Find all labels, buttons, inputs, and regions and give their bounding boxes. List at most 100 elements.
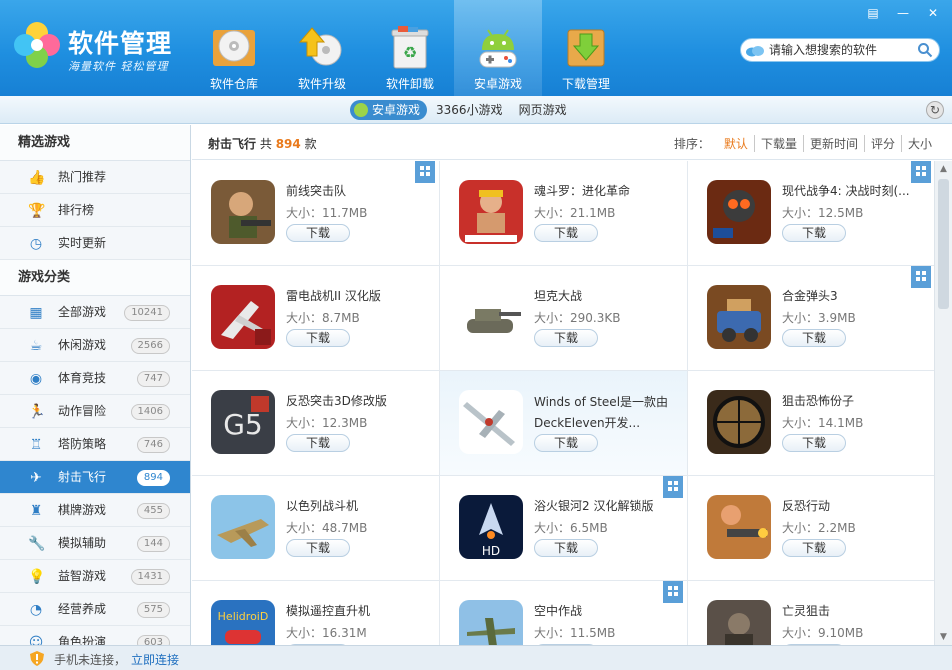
sniper-scope-icon[interactable] (707, 390, 771, 454)
sidebar-item-label: 模拟辅助 (58, 536, 107, 550)
download-button[interactable]: 下载 (286, 329, 350, 347)
sidebar-item-rpg[interactable]: ☺ 角色扮演 603 (0, 626, 190, 645)
app-name[interactable]: 模拟遥控直升机 (286, 602, 434, 619)
app-card[interactable]: 坦克大战 大小：290.3KB 下载 (440, 266, 688, 371)
sidebar-item-management[interactable]: ◔ 经营养成 575 (0, 593, 190, 626)
download-button[interactable]: 下载 (286, 539, 350, 557)
sidebar-item-hot[interactable]: 👍 热门推荐 (0, 161, 190, 194)
sidebar-item-casual[interactable]: ☕ 休闲游戏 2566 (0, 329, 190, 362)
download-button[interactable]: 下载 (534, 329, 598, 347)
app-size: 大小：48.7MB (286, 521, 368, 535)
tab-web-games[interactable]: 网页游戏 (512, 100, 574, 120)
grid-corner-icon (911, 161, 931, 183)
app-card[interactable]: 反恐行动 大小：2.2MB 下载 (688, 476, 934, 581)
app-card[interactable]: 空中作战大小：11.5MB下载 (440, 581, 688, 645)
app-card[interactable]: 狙击恐怖份子 大小：14.1MB 下载 (688, 371, 934, 476)
app-size: 大小：14.1MB (782, 416, 864, 430)
app-name[interactable]: 浴火银河2 汉化解锁版 (534, 497, 682, 514)
close-icon[interactable]: ✕ (920, 4, 946, 22)
front-commando-icon[interactable] (211, 180, 275, 244)
download-button[interactable]: 下载 (782, 329, 846, 347)
nav-download-manager[interactable]: 下载管理 (542, 0, 630, 96)
sort-downloads[interactable]: 下载量 (753, 135, 803, 152)
app-name[interactable]: 反恐突击3D修改版 (286, 392, 434, 409)
jet-fighter-icon[interactable] (211, 285, 275, 349)
app-name[interactable]: 亡灵狙击 (782, 602, 930, 619)
download-button[interactable]: 下载 (534, 224, 598, 242)
app-name[interactable]: 前线突击队 (286, 182, 434, 199)
app-name[interactable]: 坦克大战 (534, 287, 682, 304)
category-title: 射击飞行 共 894 款 (208, 135, 317, 152)
helidroid-icon[interactable]: HelidroiD3D (211, 600, 275, 645)
app-card[interactable]: 亡灵狙击大小：9.10MB下载 (688, 581, 934, 645)
fighter-jet-icon[interactable] (211, 495, 275, 559)
sidebar-item-sports[interactable]: ◉ 体育竞技 747 (0, 362, 190, 395)
sidebar-item-action[interactable]: 🏃 动作冒险 1406 (0, 395, 190, 428)
app-card[interactable]: 现代战争4: 决战时刻(... 大小：12.5MB 下载 (688, 161, 934, 266)
download-button[interactable]: 下载 (782, 224, 846, 242)
sort-size[interactable]: 大小 (900, 135, 938, 152)
sidebar-item-ranking[interactable]: 🏆 排行榜 (0, 194, 190, 227)
menu-icon[interactable]: ▤ (860, 4, 886, 22)
scroll-thumb[interactable] (938, 179, 949, 309)
app-card[interactable]: 以色列战斗机 大小：48.7MB 下载 (192, 476, 440, 581)
app-name[interactable]: 现代战争4: 决战时刻(... (782, 182, 930, 199)
nav-software-upgrade[interactable]: 软件升级 (278, 0, 366, 96)
app-card[interactable]: HelidroiD3D模拟遥控直升机大小：16.31M下载 (192, 581, 440, 645)
sidebar-item-updates[interactable]: ◷ 实时更新 (0, 227, 190, 260)
tank-icon[interactable] (459, 285, 523, 349)
gs-logo-icon[interactable]: G5 (211, 390, 275, 454)
metal-slug-icon[interactable] (707, 285, 771, 349)
search-icon[interactable] (917, 42, 933, 58)
app-name[interactable]: 魂斗罗：进化革命 (534, 182, 682, 199)
app-card[interactable]: G5 反恐突击3D修改版 大小：12.3MB 下载 (192, 371, 440, 476)
app-name[interactable]: 以色列战斗机 (286, 497, 434, 514)
scrollbar[interactable]: ▲ ▼ (934, 161, 952, 645)
tab-android-games[interactable]: 安卓游戏 (350, 100, 428, 120)
sort-update-time[interactable]: 更新时间 (802, 135, 864, 152)
minimize-icon[interactable]: — (890, 4, 916, 22)
modern-combat-icon[interactable] (707, 180, 771, 244)
sidebar-item-strategy[interactable]: ♖ 塔防策略 746 (0, 428, 190, 461)
air-combat-icon[interactable] (459, 600, 523, 645)
sidebar-item-board[interactable]: ♜ 棋牌游戏 455 (0, 494, 190, 527)
tab-3366-mini-games[interactable]: 3366小游戏 (429, 100, 510, 120)
refresh-icon[interactable]: ↻ (926, 101, 944, 119)
sort-rating[interactable]: 评分 (863, 135, 901, 152)
app-name[interactable]: 空中作战 (534, 602, 682, 619)
app-card[interactable]: 前线突击队 大小：11.7MB 下载 (192, 161, 440, 266)
app-card[interactable]: 魂斗罗：进化革命 大小：21.1MB 下载 (440, 161, 688, 266)
app-card[interactable]: Winds of Steel是一款由DeckEleven开发... 下载 (440, 371, 688, 476)
app-name[interactable]: 雷电战机II 汉化版 (286, 287, 434, 304)
app-description[interactable]: Winds of Steel是一款由DeckEleven开发... (534, 392, 682, 434)
nav-android-games[interactable]: 安卓游戏 (454, 0, 542, 96)
app-card[interactable]: 合金弹头3 大小：3.9MB 下载 (688, 266, 934, 371)
app-card[interactable]: 雷电战机II 汉化版 大小：8.7MB 下载 (192, 266, 440, 371)
sidebar-item-shooting[interactable]: ✈ 射击飞行 894 (0, 461, 190, 494)
dead-sniper-icon[interactable] (707, 600, 771, 645)
contra-icon[interactable] (459, 180, 523, 244)
scroll-down-icon[interactable]: ▼ (935, 629, 952, 645)
sort-default[interactable]: 默认 (718, 135, 754, 152)
nav-software-store[interactable]: 软件仓库 (190, 0, 278, 96)
app-name[interactable]: 合金弹头3 (782, 287, 930, 304)
download-button[interactable]: 下载 (782, 539, 846, 557)
nav-software-uninstall[interactable]: ♻ 软件卸载 (366, 0, 454, 96)
search-input[interactable] (769, 41, 909, 59)
download-button[interactable]: 下载 (286, 224, 350, 242)
soldier-gun-icon[interactable] (707, 495, 771, 559)
galaxy-on-fire-icon[interactable]: HD (459, 495, 523, 559)
download-button[interactable]: 下载 (534, 539, 598, 557)
scroll-up-icon[interactable]: ▲ (935, 161, 952, 177)
app-name[interactable]: 狙击恐怖份子 (782, 392, 930, 409)
app-name[interactable]: 反恐行动 (782, 497, 930, 514)
warplane-icon[interactable] (459, 390, 523, 454)
app-card[interactable]: HD 浴火银河2 汉化解锁版 大小：6.5MB 下载 (440, 476, 688, 581)
download-button[interactable]: 下载 (286, 434, 350, 452)
download-button[interactable]: 下载 (782, 434, 846, 452)
sidebar-item-simulation[interactable]: 🔧 模拟辅助 144 (0, 527, 190, 560)
sidebar-item-puzzle[interactable]: 💡 益智游戏 1431 (0, 560, 190, 593)
download-button[interactable]: 下载 (534, 434, 598, 452)
sidebar-item-all[interactable]: ▦ 全部游戏 10241 (0, 296, 190, 329)
connect-link[interactable]: 立即连接 (131, 651, 179, 668)
